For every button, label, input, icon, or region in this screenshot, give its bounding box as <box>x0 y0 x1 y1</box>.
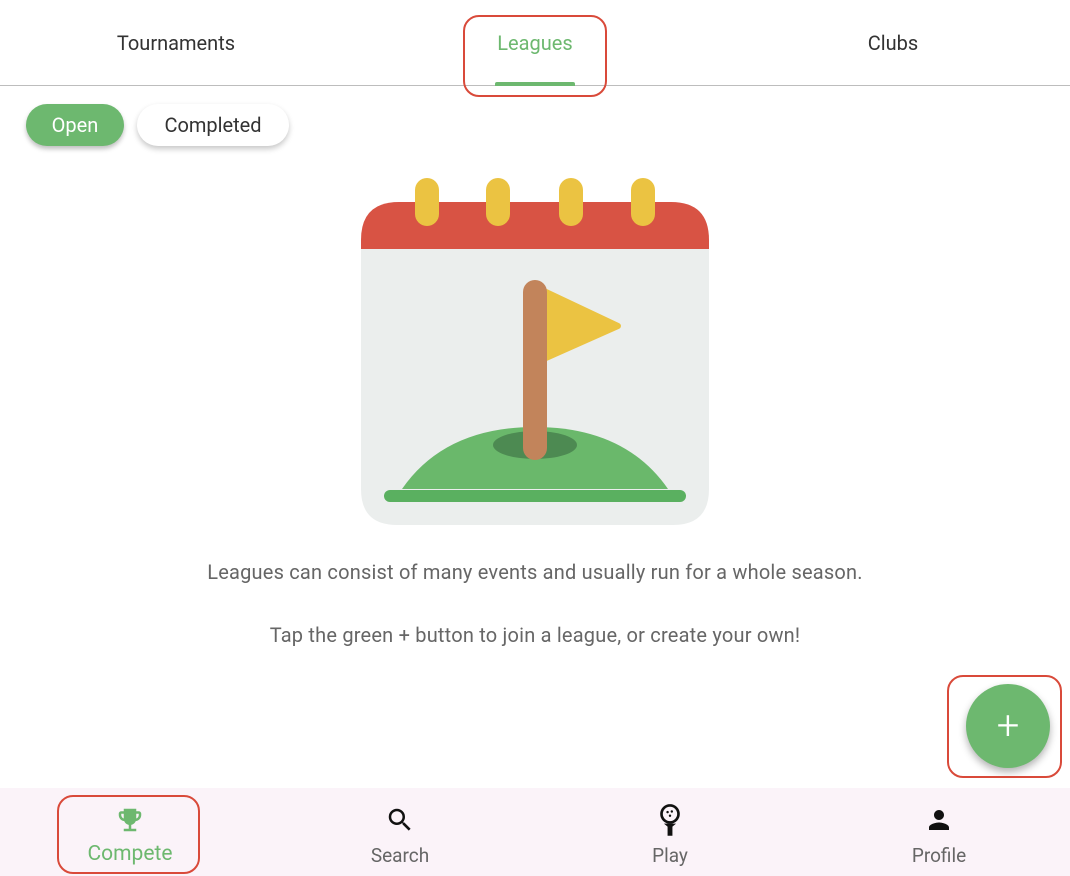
tab-tournaments-label: Tournaments <box>116 31 236 55</box>
tab-leagues-label: Leagues <box>497 31 573 55</box>
empty-state-description: Leagues can consist of many events and u… <box>207 560 863 584</box>
nav-item-compete[interactable]: Compete <box>30 788 230 876</box>
trophy-icon <box>115 804 145 836</box>
nav-label-play: Play <box>652 844 688 867</box>
tab-clubs[interactable]: Clubs <box>716 0 1070 86</box>
filter-open-label: Open <box>51 113 99 137</box>
calendar-with-golf-flag-icon <box>350 172 720 534</box>
top-tab-bar: Tournaments Leagues Clubs <box>0 0 1070 86</box>
empty-state-instruction: Tap the green + button to join a league,… <box>269 623 801 647</box>
add-league-button[interactable]: + <box>966 684 1050 768</box>
nav-label-compete: Compete <box>87 842 173 866</box>
filter-completed-label: Completed <box>164 113 262 137</box>
tab-tournaments[interactable]: Tournaments <box>0 0 352 86</box>
nav-item-play[interactable]: Play <box>570 788 770 876</box>
nav-label-profile: Profile <box>911 844 967 867</box>
filter-completed-chip[interactable]: Completed <box>137 104 289 146</box>
person-icon <box>924 804 954 836</box>
nav-item-search[interactable]: Search <box>300 788 500 876</box>
tab-selected-indicator <box>495 82 575 86</box>
search-icon <box>385 804 415 836</box>
tab-leagues[interactable]: Leagues <box>357 0 713 86</box>
tab-clubs-label: Clubs <box>867 31 919 55</box>
bottom-navigation-bar: Compete Search Play Profile <box>0 788 1070 876</box>
filter-open-chip[interactable]: Open <box>26 104 124 146</box>
nav-item-profile[interactable]: Profile <box>839 788 1039 876</box>
nav-label-search: Search <box>370 844 430 867</box>
plus-icon: + <box>996 702 1020 749</box>
golf-ball-tee-icon <box>655 804 685 836</box>
